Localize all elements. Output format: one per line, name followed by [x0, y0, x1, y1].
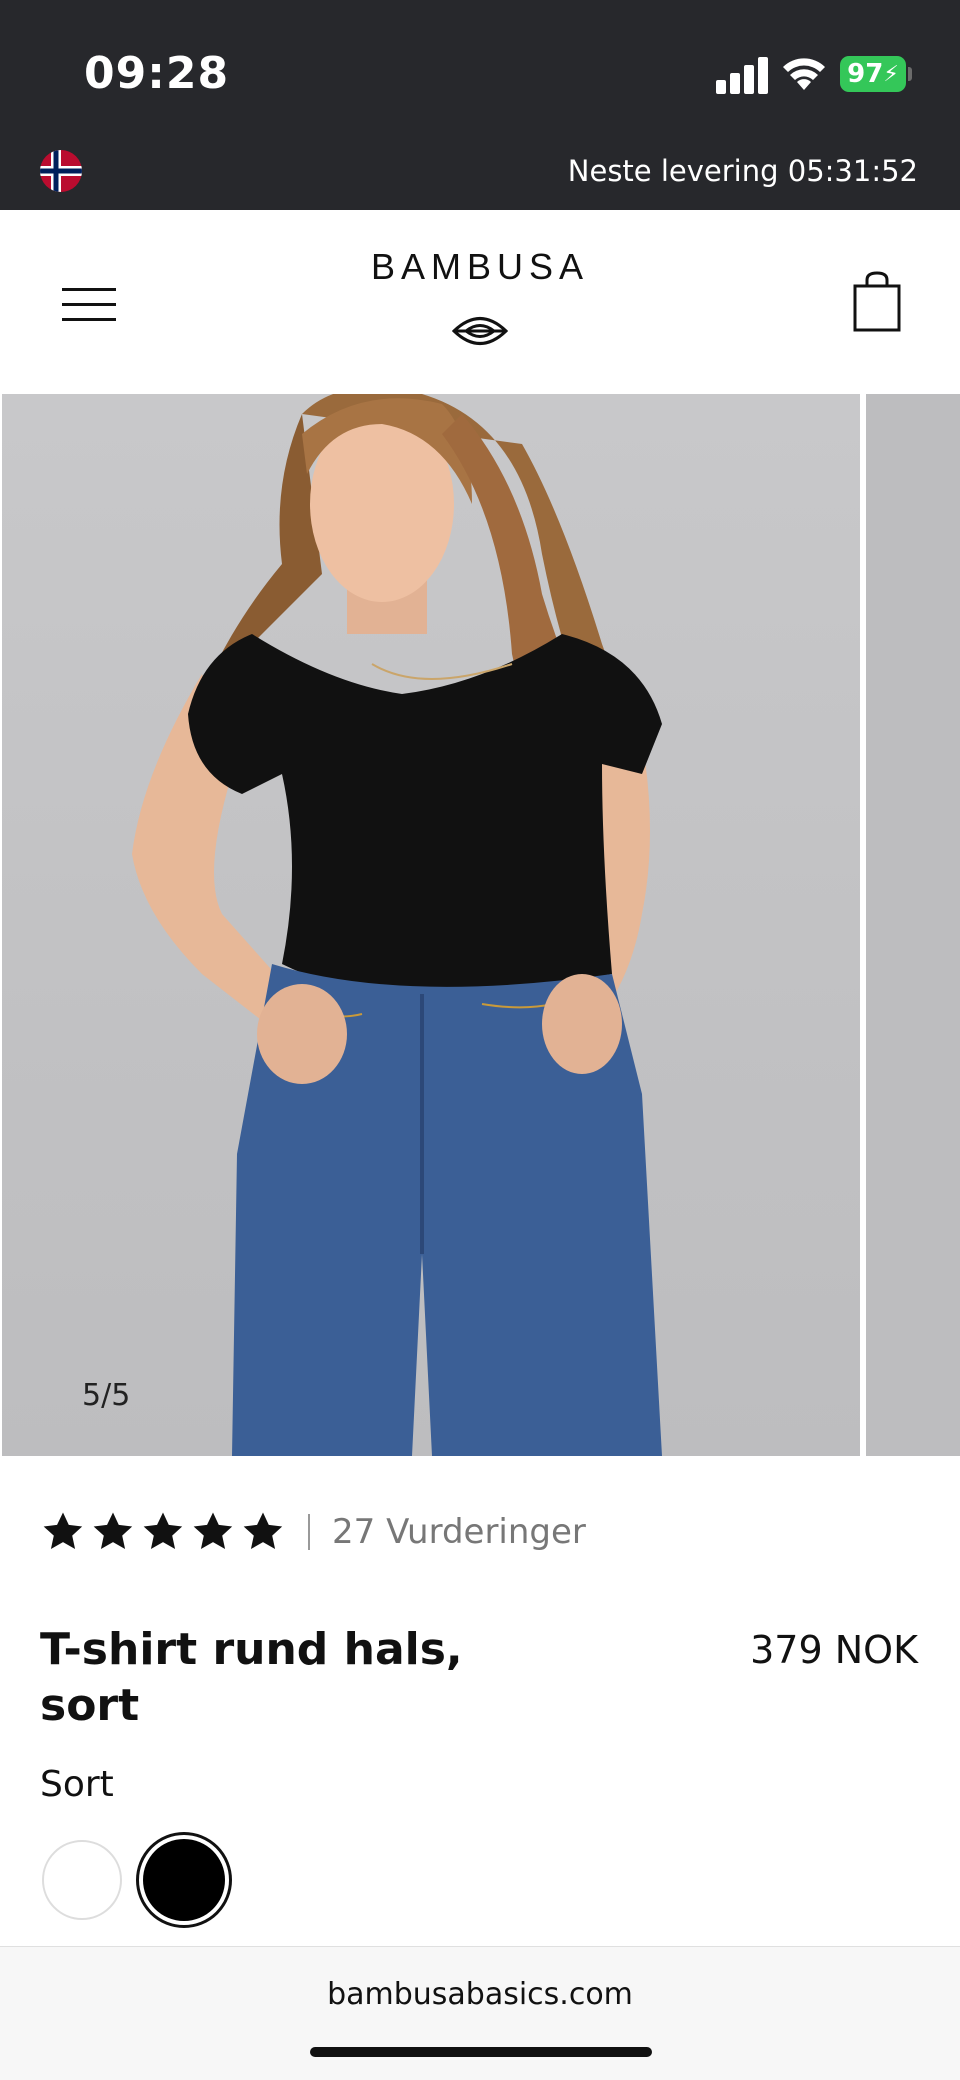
color-swatch-white[interactable] [42, 1840, 122, 1920]
battery-tip [908, 67, 912, 81]
hamburger-menu-icon[interactable] [62, 288, 116, 322]
model-photo-illustration [132, 394, 662, 1456]
norway-flag-icon[interactable] [40, 150, 82, 192]
star-icon [93, 1512, 133, 1550]
cellular-signal-icon [716, 56, 768, 94]
wifi-icon [783, 58, 825, 90]
status-bar: 09:28 97 ⚡ [0, 0, 960, 148]
color-swatch-black-fill [143, 1839, 225, 1921]
home-indicator[interactable] [310, 2047, 652, 2057]
brand-logo-text[interactable]: BAMBUSA [0, 246, 960, 288]
next-delivery-countdown: Neste levering 05:31:52 [567, 154, 918, 188]
shopping-bag-icon[interactable] [852, 270, 902, 332]
product-image[interactable]: 5/5 [2, 394, 860, 1456]
star-icon [143, 1512, 183, 1550]
star-icon [43, 1512, 83, 1550]
status-time: 09:28 [84, 48, 230, 99]
gallery-counter: 5/5 [82, 1378, 131, 1413]
battery-icon: 97 ⚡ [840, 56, 906, 92]
url-text[interactable]: bambusabasics.com [0, 1977, 960, 2012]
product-rating[interactable]: 27 Vurderinger [40, 1508, 586, 1556]
site-header: BAMBUSA [0, 210, 960, 395]
rating-divider [308, 1514, 310, 1550]
battery-percent: 97 [847, 59, 884, 89]
product-price: 379 NOK [750, 1628, 918, 1672]
next-product-image-peek[interactable] [866, 394, 960, 1456]
star-icon [243, 1512, 283, 1550]
color-swatch-black[interactable] [136, 1832, 232, 1928]
product-title: T-shirt rund hals, sort [40, 1624, 463, 1731]
product-image-gallery[interactable]: 5/5 [0, 394, 960, 1456]
browser-address-bar[interactable]: bambusabasics.com [0, 1946, 960, 2080]
reviews-link[interactable]: 27 Vurderinger [332, 1512, 586, 1552]
rating-stars [40, 1509, 286, 1555]
delivery-bar: Neste levering 05:31:52 [0, 148, 960, 210]
star-icon [193, 1512, 233, 1550]
brand-eye-logo-icon[interactable] [452, 310, 508, 352]
selected-color-label: Sort [40, 1764, 114, 1805]
